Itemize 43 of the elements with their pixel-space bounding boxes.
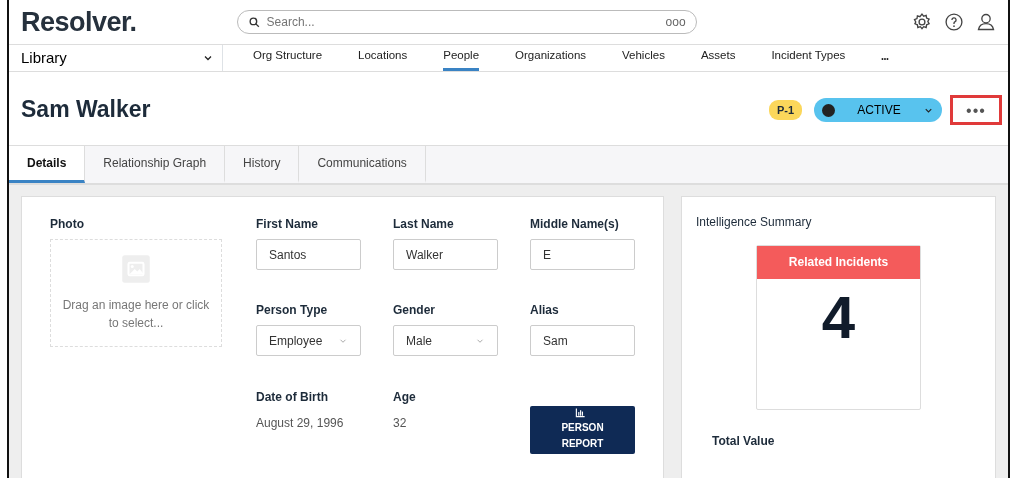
bar-chart-icon <box>575 406 586 418</box>
field-label: Middle Name(s) <box>530 216 620 233</box>
nav-tab[interactable]: People <box>443 40 480 71</box>
nav-tab[interactable]: Locations <box>358 40 408 71</box>
status-dot <box>822 103 835 117</box>
person-report-button[interactable]: PERSON REPORT <box>530 405 635 454</box>
logo: Resolver. <box>21 5 137 39</box>
nav-tab[interactable]: Assets <box>700 40 736 71</box>
select-field[interactable]: Male <box>393 325 498 357</box>
field-label: Person Type <box>256 302 329 320</box>
tile-header: Related Incidents <box>757 246 920 279</box>
field-label: Last Name <box>393 216 455 233</box>
field-label: Alias <box>530 302 560 320</box>
text-field[interactable]: Sam <box>530 325 635 357</box>
text-field[interactable]: Santos <box>256 239 361 270</box>
photo-dropzone[interactable]: Drag an image here or click to select... <box>50 239 222 347</box>
text-field[interactable]: E <box>530 239 635 270</box>
field-label: Photo <box>50 216 85 233</box>
field-value: 32 <box>393 414 408 432</box>
text-field[interactable]: Walker <box>393 239 498 270</box>
status-dropdown[interactable]: ACTIVE <box>814 98 942 122</box>
search-options[interactable]: ooo <box>665 13 686 31</box>
field-label: Age <box>393 388 417 406</box>
field-label: Gender <box>393 302 436 320</box>
field-label: Total Value <box>712 433 776 450</box>
field-label: Date of Birth <box>256 388 329 406</box>
search-icon <box>247 15 261 29</box>
field-value: August 29, 1996 <box>256 414 345 432</box>
more-button[interactable]: ••• <box>950 95 1002 125</box>
settings-icon[interactable] <box>912 12 932 32</box>
select-field[interactable]: Employee <box>256 325 361 357</box>
field-label: First Name <box>256 216 320 233</box>
help-icon[interactable] <box>944 12 964 32</box>
user-icon[interactable] <box>976 12 996 32</box>
priority-badge: P-1 <box>768 99 802 121</box>
nav-tab[interactable]: Org Structure <box>253 40 323 71</box>
nav-tab[interactable]: Vehicles <box>622 40 665 71</box>
record-title: Sam Walker <box>21 96 151 124</box>
tile-value: 4 <box>820 283 857 353</box>
nav-tab[interactable]: Incident Types <box>771 40 846 71</box>
record-tab[interactable]: Details <box>9 146 86 183</box>
summary-title: Intelligence Summary <box>696 214 813 231</box>
nav-tab[interactable]: Organizations <box>515 40 587 71</box>
